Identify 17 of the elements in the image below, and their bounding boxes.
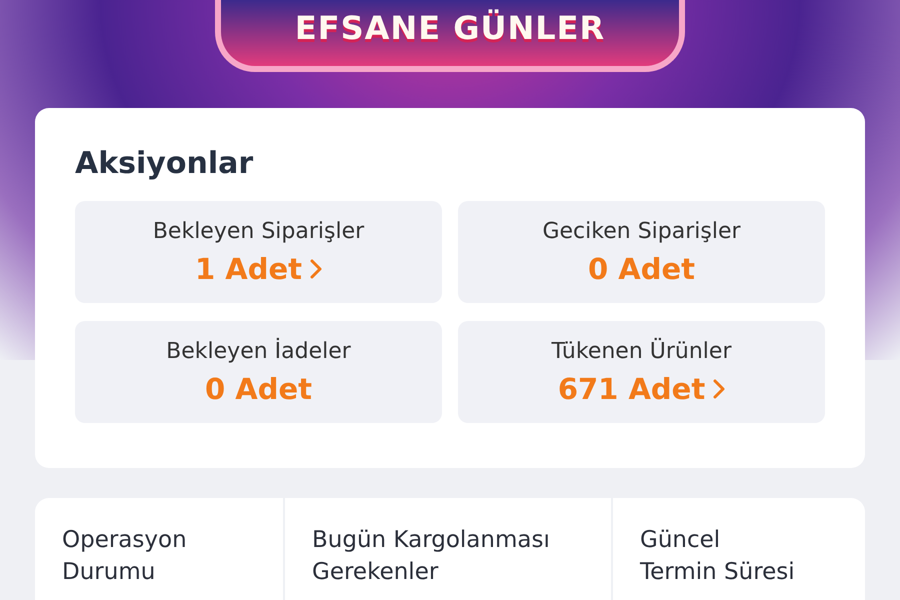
stat-label: Güncel Termin Süresi [640, 526, 795, 587]
section-title: Aksiyonlar [75, 146, 254, 181]
stat-label: Operasyon Durumu [62, 526, 188, 587]
tile-label: Geciken Siparişler [542, 218, 741, 244]
banner-title: EFSANE GÜNLER [294, 8, 606, 49]
action-tile[interactable]: Tükenen Ürünler 671 Adet [458, 321, 825, 423]
tile-value: 0 Adet [588, 252, 695, 286]
action-tile[interactable]: Geciken Siparişler 0 Adet [458, 201, 825, 303]
action-tile[interactable]: Bekleyen İadeler 0 Adet [75, 321, 442, 423]
tile-value: 0 Adet [204, 372, 312, 406]
tile-value: 1 Adet [194, 252, 302, 286]
tile-value: 671 Adet [558, 372, 706, 406]
tile-label: Tükenen Ürünler [552, 338, 732, 364]
action-tile[interactable]: Bekleyen Siparişler 1 Adet [75, 201, 442, 303]
tile-label: Bekleyen İadeler [166, 338, 351, 364]
tile-label: Bekleyen Siparişler [152, 218, 364, 244]
stat-label: Bugün Kargolanması Gerekenler [312, 526, 551, 587]
